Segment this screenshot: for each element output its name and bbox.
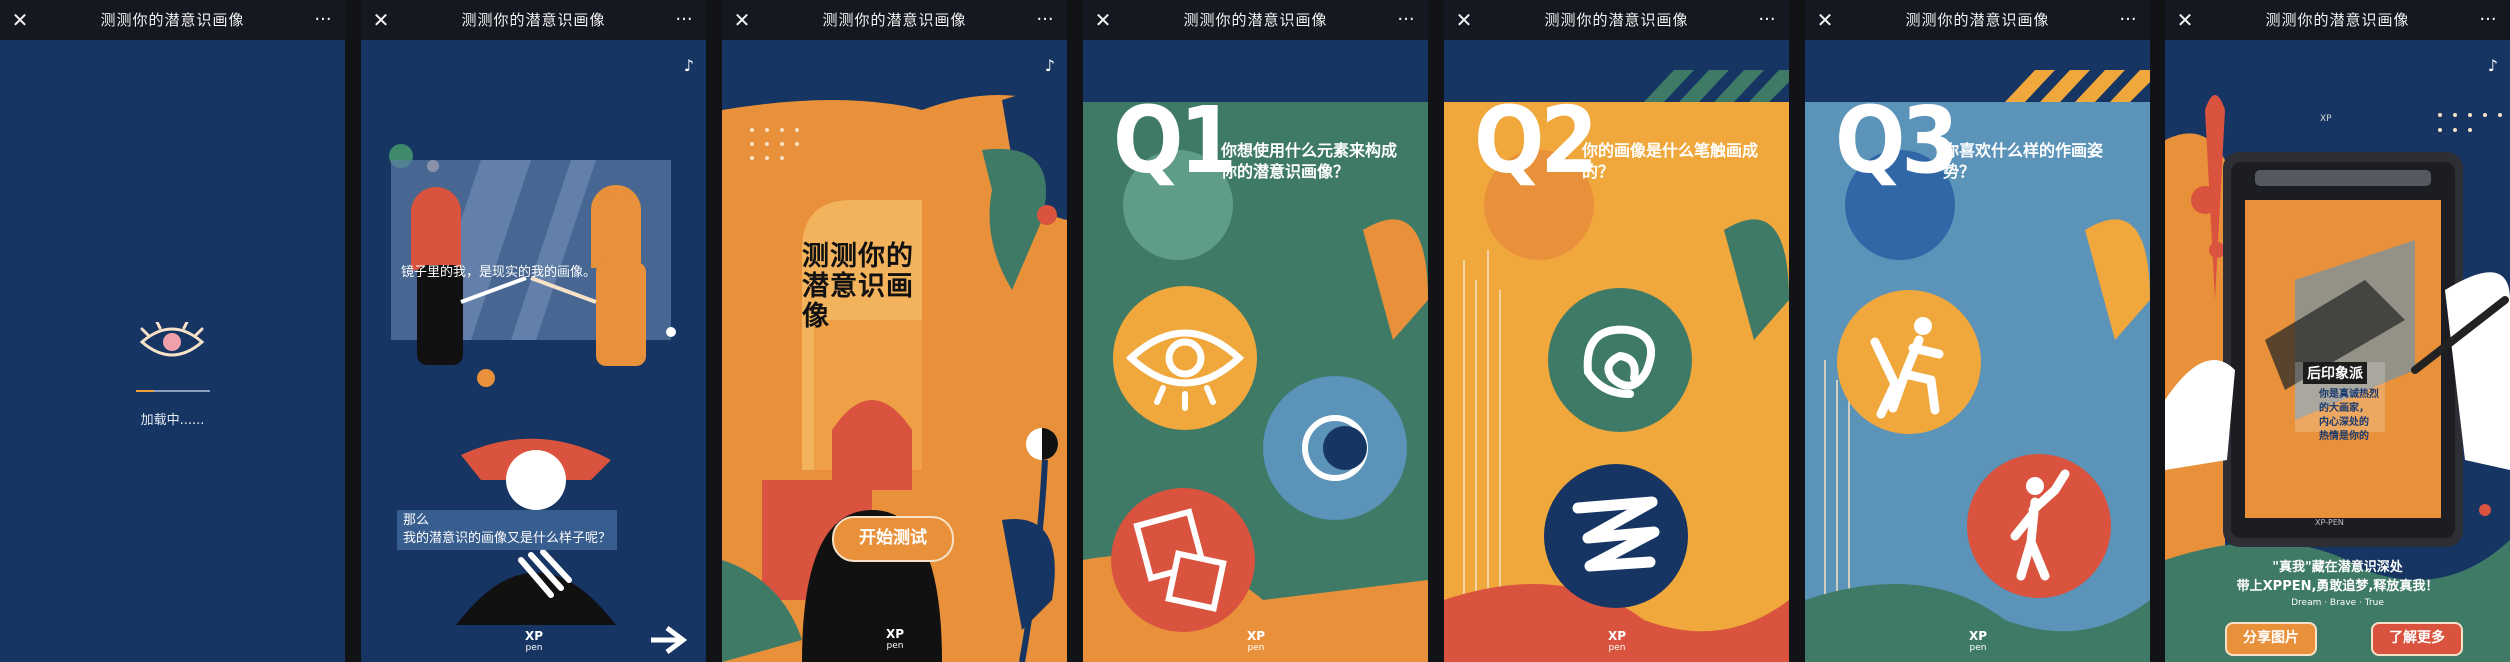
- result-poster-label: 后印象派: [2303, 362, 2367, 384]
- screen-intro: ✕ 测测你的潜意识画像 ··· ♪ 镜子里的我，是现实的我的画像。 那么 我的潜…: [361, 0, 706, 662]
- title-bar: ✕ 测测你的潜意识画像 ···: [361, 0, 706, 40]
- result-slogan-line2: 带上XPPEN,勇敢追梦,释放真我！: [2236, 579, 2439, 594]
- option-squares-button[interactable]: [1109, 486, 1257, 634]
- close-icon[interactable]: ✕: [1452, 6, 1476, 34]
- question-number: Q3: [1835, 87, 1959, 194]
- close-icon[interactable]: ✕: [8, 6, 32, 34]
- close-icon[interactable]: ✕: [730, 6, 754, 34]
- result-slogan: "真我"藏在潜意识深处 带上XPPEN,勇敢追梦,释放真我！ Dream · B…: [2165, 558, 2510, 610]
- title-bar: ✕ 测测你的潜意识画像 ···: [1083, 0, 1428, 40]
- more-options-icon[interactable]: ···: [1031, 6, 1059, 34]
- window-title: 测测你的潜意识画像: [2265, 11, 2410, 29]
- question-number: Q2: [1474, 87, 1598, 194]
- window-title: 测测你的潜意识画像: [822, 11, 967, 29]
- option-zigzag-stroke-button[interactable]: [1542, 462, 1690, 610]
- loading-progress-track: [136, 390, 210, 392]
- option-moon-button[interactable]: [1261, 374, 1409, 522]
- xppen-logo: XP pen: [886, 627, 905, 651]
- title-bar: ✕ 测测你的潜意识画像 ···: [0, 0, 345, 40]
- learn-more-button[interactable]: 了解更多: [2371, 622, 2463, 656]
- intro-illustration: [389, 144, 688, 654]
- result-poster-text: 你是真诚热烈 的大画家， 内心深处的 热情是你的: [2319, 389, 2379, 442]
- option-sitting-pose-button[interactable]: [1835, 288, 1983, 436]
- intro-caption-line2: 我的潜意识的画像又是什么样子呢？: [403, 531, 612, 546]
- more-options-icon[interactable]: ···: [1753, 6, 1781, 34]
- title-bar: ✕ 测测你的潜意识画像 ···: [722, 0, 1067, 40]
- more-options-icon[interactable]: ···: [2474, 6, 2502, 34]
- window-title: 测测你的潜意识画像: [100, 11, 245, 29]
- screen-result: ✕ 测测你的潜意识画像 ··· ♪ XP XP-PEN 后印象派 你是真诚热烈 …: [2165, 0, 2510, 662]
- tablet-brand-top: XP: [2320, 114, 2332, 124]
- intro-caption-mirror: 镜子里的我，是现实的我的画像。: [401, 265, 597, 280]
- window-title: 测测你的潜意识画像: [461, 11, 606, 29]
- more-options-icon[interactable]: ···: [309, 6, 337, 34]
- cover-headline: 测测你的 潜意识画像: [802, 242, 932, 332]
- more-options-icon[interactable]: ···: [2114, 6, 2142, 34]
- more-options-icon[interactable]: ···: [1392, 6, 1420, 34]
- question-text: 你想使用什么元素来构成你的潜意识画像？: [1221, 141, 1398, 181]
- loading-text: 加载中......: [140, 413, 205, 428]
- xppen-logo: XP pen: [525, 629, 544, 653]
- intro-caption-line1: 那么: [403, 513, 430, 528]
- xppen-logo: XP pen: [1969, 629, 1988, 653]
- window-title: 测测你的潜意识画像: [1544, 11, 1689, 29]
- loading-progress-fill: [136, 390, 154, 392]
- xppen-logo: XP pen: [1247, 629, 1266, 653]
- share-image-button[interactable]: 分享图片: [2225, 622, 2317, 656]
- screen-question-3: ✕ 测测你的潜意识画像 ··· ♪ Q3 你喜欢什么样的作画姿势？: [1805, 0, 2150, 662]
- title-bar: ✕ 测测你的潜意识画像 ···: [1805, 0, 2150, 40]
- option-standing-pose-button[interactable]: [1965, 452, 2113, 600]
- screen-loading: ✕ 测测你的潜意识画像 ··· 加载中......: [0, 0, 345, 662]
- question-number: Q1: [1113, 87, 1237, 194]
- intro-caption-question: 那么 我的潜意识的画像又是什么样子呢？: [397, 510, 618, 550]
- screen-strip: ✕ 测测你的潜意识画像 ··· 加载中...... ✕ 测测你的潜意识画像 ··…: [0, 0, 2510, 662]
- xppen-logo: XP pen: [1608, 629, 1627, 653]
- cover-headline-line2: 潜意识画像: [802, 271, 914, 332]
- screen-question-2: ✕ 测测你的潜意识画像 ··· ♪ Q2 你的画像是什么笔触画成的？: [1444, 0, 1789, 662]
- question-text: 你喜欢什么样的作画姿势？: [1943, 141, 2104, 181]
- close-icon[interactable]: ✕: [369, 6, 393, 34]
- cover-illustration: [722, 80, 1067, 662]
- close-icon[interactable]: ✕: [1813, 6, 1837, 34]
- window-title: 测测你的潜意识画像: [1183, 11, 1328, 29]
- title-bar: ✕ 测测你的潜意识画像 ···: [2165, 0, 2510, 40]
- question-text: 你的画像是什么笔触画成的？: [1582, 141, 1759, 181]
- title-bar: ✕ 测测你的潜意识画像 ···: [1444, 0, 1789, 40]
- option-swirl-stroke-button[interactable]: [1546, 286, 1694, 434]
- tablet-brand: XP-PEN: [2315, 518, 2344, 527]
- screen-cover: ✕ 测测你的潜意识画像 ··· ♪ 测测你的 潜意识画像 开始测试 XP pen: [722, 0, 1067, 662]
- next-arrow-button[interactable]: [646, 620, 694, 654]
- screen-question-1: ✕ 测测你的潜意识画像 ··· Q1 你想使用什么元素来构成你的潜意识画像？ X…: [1083, 0, 1428, 662]
- close-icon[interactable]: ✕: [2173, 6, 2197, 34]
- result-slogan-line1: "真我"藏在潜意识深处: [2272, 560, 2403, 575]
- eye-icon: [139, 322, 205, 357]
- result-tagline: Dream · Brave · True: [2291, 598, 2384, 608]
- more-options-icon[interactable]: ···: [670, 6, 698, 34]
- cover-headline-line1: 测测你的: [802, 241, 914, 272]
- option-eye-button[interactable]: [1111, 284, 1259, 432]
- close-icon[interactable]: ✕: [1091, 6, 1115, 34]
- start-test-button[interactable]: 开始测试: [832, 516, 954, 562]
- window-title: 测测你的潜意识画像: [1905, 11, 2050, 29]
